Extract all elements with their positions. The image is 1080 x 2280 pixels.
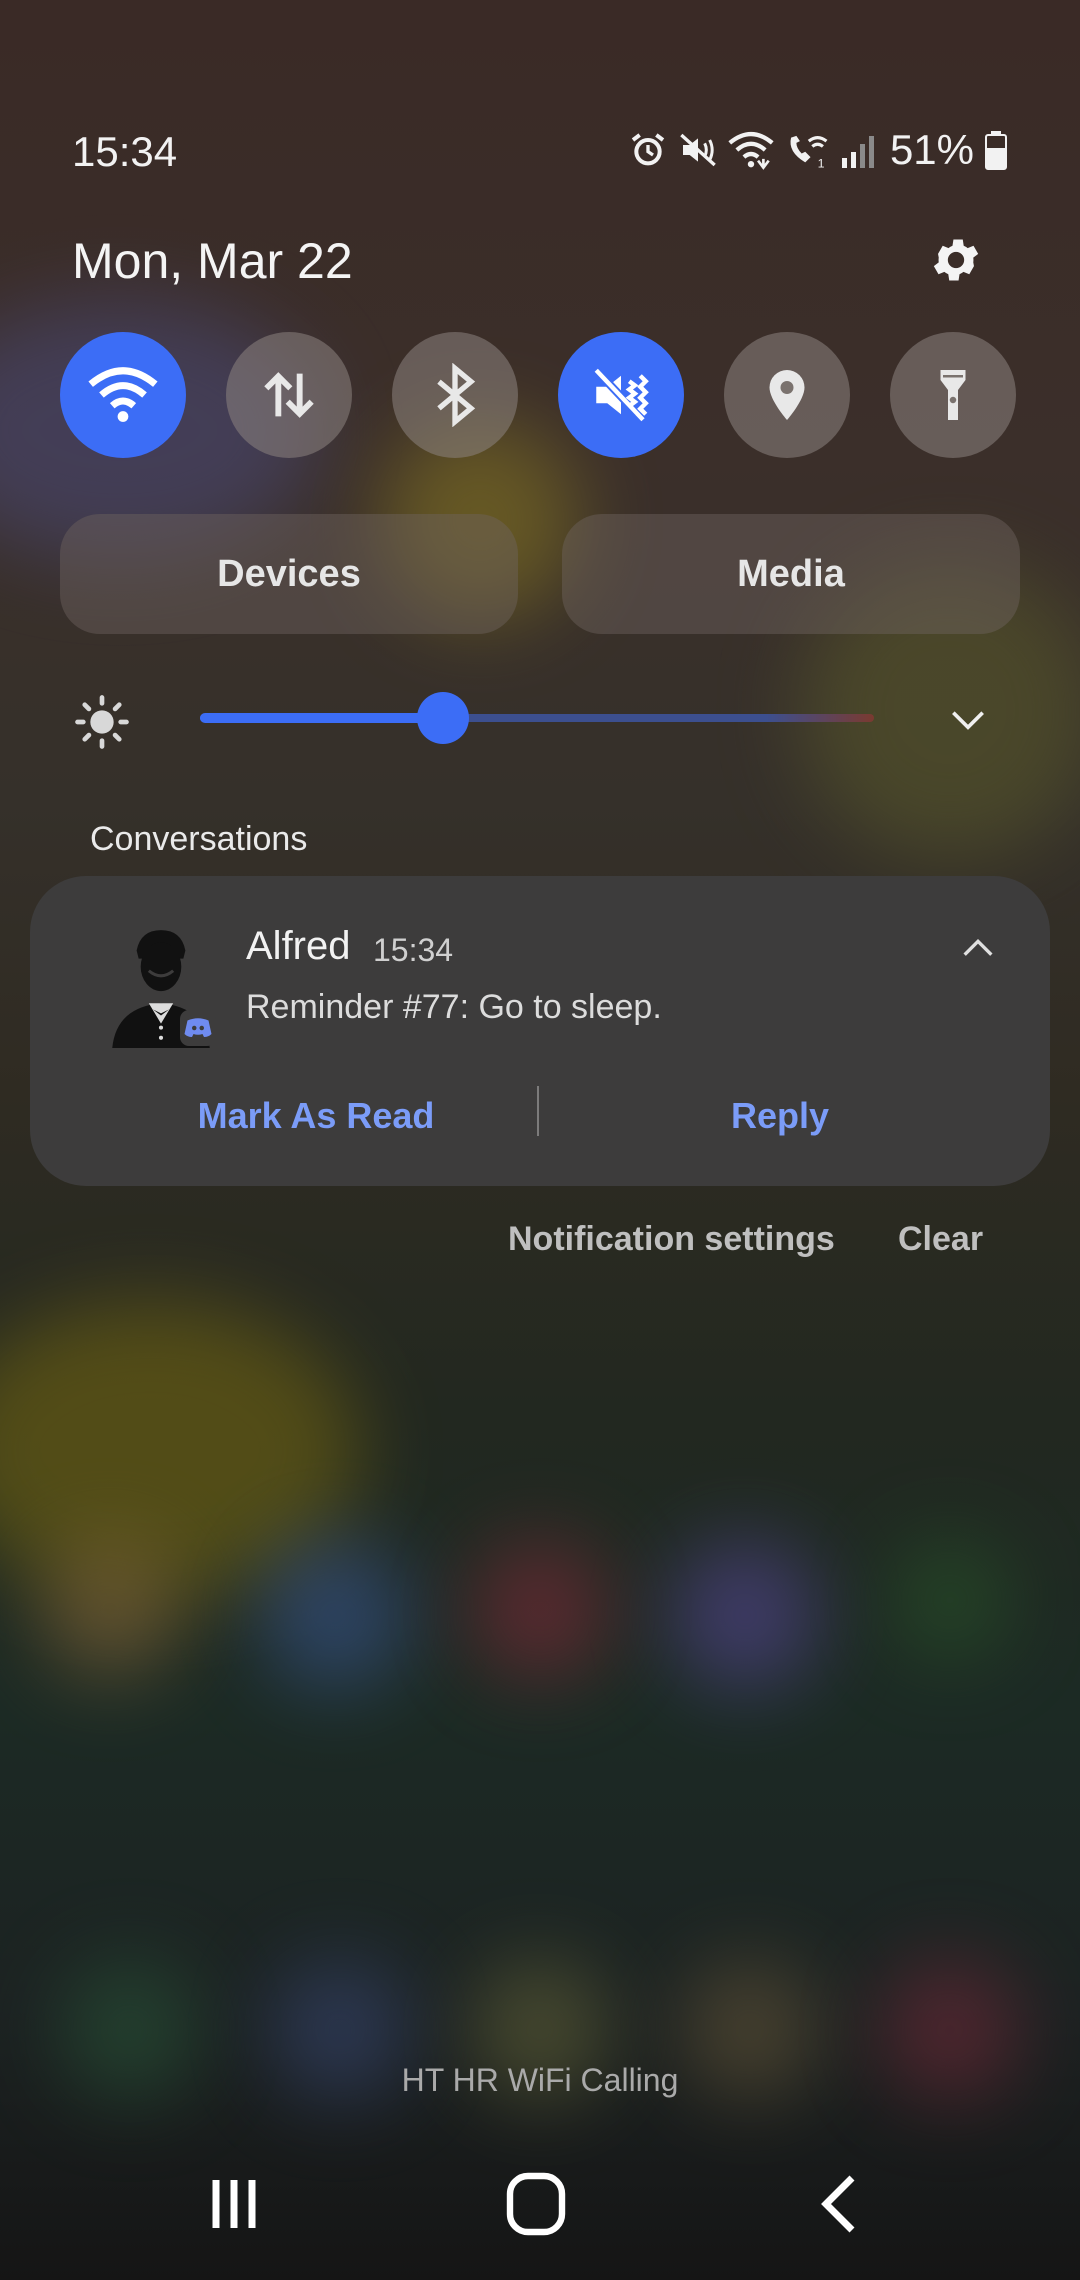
brightness-slider-thumb[interactable] bbox=[416, 692, 469, 744]
media-button[interactable]: Media bbox=[562, 514, 1020, 634]
sound-toggle[interactable] bbox=[558, 332, 684, 458]
back-icon[interactable] bbox=[800, 2172, 880, 2236]
action-divider bbox=[537, 1086, 539, 1136]
flashlight-toggle[interactable] bbox=[890, 332, 1016, 458]
alarm-icon bbox=[631, 133, 665, 166]
devices-button[interactable]: Devices bbox=[60, 514, 518, 634]
mark-as-read-button[interactable]: Mark As Read bbox=[126, 1086, 506, 1146]
notification-time: 15:34 bbox=[373, 932, 454, 968]
quick-settings bbox=[60, 332, 1016, 458]
battery-icon bbox=[985, 131, 1007, 170]
clear-button[interactable]: Clear bbox=[898, 1220, 983, 1259]
location-toggle[interactable] bbox=[724, 332, 850, 458]
mobile-data-toggle[interactable] bbox=[226, 332, 352, 458]
wifi-icon bbox=[728, 131, 774, 170]
bluetooth-icon bbox=[437, 363, 476, 427]
brightness-slider-fill bbox=[200, 713, 443, 723]
notification-settings-button[interactable]: Notification settings bbox=[508, 1220, 835, 1259]
notification-sender: Alfred bbox=[246, 924, 351, 968]
discord-icon bbox=[180, 1010, 216, 1046]
mute-icon bbox=[593, 367, 649, 423]
battery-percent: 51% bbox=[889, 126, 974, 173]
signal-icon bbox=[841, 136, 874, 168]
brightness-icon bbox=[75, 695, 129, 749]
notification-message: Reminder #77: Go to sleep. bbox=[246, 988, 662, 1026]
status-time: 15:34 bbox=[72, 128, 178, 175]
chevron-up-icon[interactable] bbox=[958, 928, 998, 968]
status-icons: 1 51% bbox=[628, 126, 1008, 174]
mute-icon bbox=[680, 133, 716, 167]
gear-icon[interactable] bbox=[928, 232, 984, 288]
reply-button[interactable]: Reply bbox=[590, 1086, 970, 1146]
wifi-toggle[interactable] bbox=[60, 332, 186, 458]
wifi-icon bbox=[88, 367, 158, 422]
carrier-label: HT HR WiFi Calling bbox=[401, 2062, 679, 2098]
home-icon[interactable] bbox=[496, 2172, 576, 2236]
wifi-calling-icon: 1 bbox=[790, 135, 828, 170]
conversations-header: Conversations bbox=[90, 820, 308, 858]
flashlight-icon bbox=[940, 370, 966, 420]
chevron-down-icon[interactable] bbox=[946, 698, 990, 742]
notification-card[interactable]: Alfred 15:34 Reminder #77: Go to sleep. … bbox=[30, 876, 1050, 1186]
svg-text:1: 1 bbox=[818, 157, 825, 170]
date-label: Mon, Mar 22 bbox=[72, 233, 353, 289]
mobile-data-icon bbox=[264, 372, 314, 418]
location-icon bbox=[769, 370, 805, 420]
bluetooth-toggle[interactable] bbox=[392, 332, 518, 458]
status-bar: 15:34 1 51% bbox=[72, 120, 1008, 180]
recents-icon[interactable] bbox=[194, 2172, 274, 2236]
